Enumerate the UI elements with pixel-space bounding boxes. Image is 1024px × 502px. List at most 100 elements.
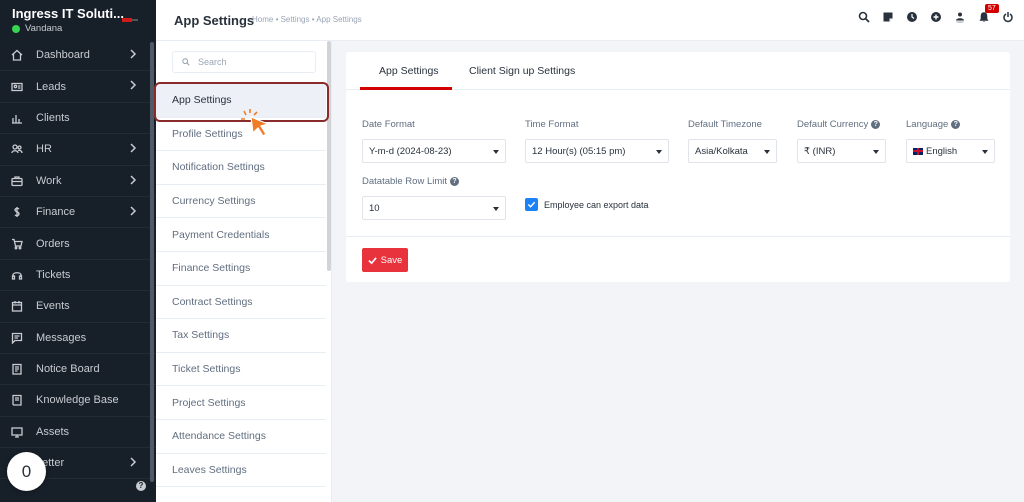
notification-count-badge: 57 — [985, 4, 999, 13]
leads-icon — [10, 80, 24, 94]
notice-icon — [10, 362, 24, 376]
hr-icon — [10, 142, 24, 156]
caret-down-icon — [493, 150, 499, 154]
calendar-icon — [10, 299, 24, 313]
settings-menu-list: App Settings Profile Settings Notificati… — [156, 84, 326, 488]
sidebar-item-leads[interactable]: Leads — [0, 71, 156, 103]
check-icon — [367, 256, 377, 264]
headset-icon — [10, 268, 24, 282]
sidebar-item-dashboard[interactable]: Dashboard — [0, 40, 156, 72]
messages-icon — [10, 331, 24, 345]
sidebar-item-label: Tickets — [36, 268, 71, 281]
home-icon — [10, 48, 24, 62]
settings-search-input[interactable]: Search — [172, 51, 316, 73]
timezone-label-text: Default Timezone — [688, 119, 762, 130]
settings-item-currency[interactable]: Currency Settings — [156, 185, 326, 219]
power-icon[interactable] — [1001, 10, 1014, 23]
timezone-value: Asia/Kolkata — [695, 145, 748, 157]
row-limit-select[interactable]: 10 — [362, 196, 506, 220]
active-tab-indicator — [360, 87, 452, 90]
clock-icon[interactable] — [905, 10, 918, 23]
save-button[interactable]: Save — [362, 248, 408, 272]
sidebar-item-label: Orders — [36, 237, 70, 250]
sidebar-item-label: Events — [36, 300, 70, 313]
clients-icon — [10, 111, 24, 125]
sidebar-item-hr[interactable]: HR — [0, 134, 156, 166]
currency-select[interactable]: ₹ (INR) — [797, 139, 886, 163]
finance-icon — [10, 205, 24, 219]
settings-item-notification[interactable]: Notification Settings — [156, 151, 326, 185]
help-icon[interactable]: ? — [951, 120, 961, 129]
search-icon[interactable] — [857, 10, 870, 23]
sidebar-item-notice-board[interactable]: Notice Board — [0, 354, 156, 386]
sidebar-item-knowledge-base[interactable]: Knowledge Base — [0, 385, 156, 417]
bell-icon[interactable]: 57 — [977, 4, 999, 23]
settings-tabs: App Settings Client Sign up Settings — [346, 52, 1010, 90]
help-icon[interactable]: ? — [871, 120, 881, 129]
timezone-select[interactable]: Asia/Kolkata — [688, 139, 777, 163]
settings-item-finance[interactable]: Finance Settings — [156, 252, 326, 286]
brand[interactable]: Ingress IT Soluti... Vandana — [0, 0, 156, 40]
sidebar-item-messages[interactable]: Messages — [0, 323, 156, 354]
sidebar-item-label: Clients — [36, 111, 70, 124]
settings-item-contract[interactable]: Contract Settings — [156, 286, 326, 320]
row-limit-label: Datatable Row Limit? — [362, 176, 460, 187]
settings-item-leaves[interactable]: Leaves Settings — [156, 454, 326, 488]
sidebar-item-work[interactable]: Work — [0, 166, 156, 197]
search-icon — [182, 58, 190, 66]
sidebar-item-events[interactable]: Events — [0, 291, 156, 323]
sidebar-item-finance[interactable]: Finance — [0, 197, 156, 229]
caret-down-icon — [982, 150, 988, 154]
row-limit-value: 10 — [369, 202, 380, 214]
user-switch-icon[interactable] — [953, 10, 966, 23]
date-format-label: Date Format — [362, 119, 415, 130]
brand-flag-icon — [122, 18, 138, 22]
help-icon[interactable]: ? — [136, 481, 146, 491]
settings-item-tax[interactable]: Tax Settings — [156, 319, 326, 353]
tab-app-settings[interactable]: App Settings — [379, 65, 439, 77]
save-button-label: Save — [380, 254, 403, 266]
export-data-label: Employee can export data — [544, 199, 649, 210]
date-format-select[interactable]: Y-m-d (2024-08-23) — [362, 139, 506, 163]
time-format-label: Time Format — [525, 119, 578, 130]
sidebar-item-orders[interactable]: Orders — [0, 228, 156, 260]
sidebar-item-assets[interactable]: Assets — [0, 417, 156, 449]
sidebar-item-label: Assets — [36, 425, 70, 438]
sidebar: Ingress IT Soluti... Vandana Dashboard L… — [0, 0, 156, 502]
overlay-counter-badge[interactable]: 0 — [7, 452, 46, 491]
settings-item-attendance[interactable]: Attendance Settings — [156, 420, 326, 454]
caret-down-icon — [493, 207, 499, 211]
time-format-label-text: Time Format — [525, 119, 579, 130]
row-limit-label-text: Datatable Row Limit — [362, 176, 448, 187]
time-format-select[interactable]: 12 Hour(s) (05:15 pm) — [525, 139, 669, 163]
language-select[interactable]: English — [906, 139, 995, 163]
add-circle-icon[interactable] — [929, 10, 942, 23]
sidebar-item-label: Messages — [36, 331, 87, 344]
chevron-right-icon — [128, 175, 140, 187]
tab-client-signup-settings[interactable]: Client Sign up Settings — [469, 65, 575, 77]
card-divider — [346, 236, 1010, 237]
settings-item-project[interactable]: Project Settings — [156, 386, 326, 420]
sidebar-item-label: Knowledge Base — [36, 394, 119, 407]
export-data-checkbox-row[interactable]: Employee can export data — [525, 198, 649, 211]
sidebar-item-clients[interactable]: Clients — [0, 103, 156, 135]
date-format-label-text: Date Format — [362, 119, 415, 130]
sidebar-item-tickets[interactable]: Tickets — [0, 260, 156, 292]
user-name: Vandana — [25, 23, 63, 34]
search-placeholder: Search — [198, 57, 227, 67]
caret-down-icon — [873, 150, 879, 154]
sidebar-item-label: Finance — [36, 206, 76, 219]
help-icon[interactable]: ? — [450, 177, 460, 186]
settings-item-ticket[interactable]: Ticket Settings — [156, 353, 326, 387]
breadcrumb[interactable]: Home • Settings • App Settings — [252, 15, 362, 24]
sidebar-item-label: Notice Board — [36, 363, 100, 376]
currency-label: Default Currency? — [797, 119, 881, 130]
export-data-checkbox[interactable] — [525, 198, 538, 211]
settings-item-payment-credentials[interactable]: Payment Credentials — [156, 218, 326, 252]
page-title: App Settings — [174, 13, 255, 28]
monitor-icon — [10, 425, 24, 439]
pointer-cursor-icon — [241, 109, 270, 137]
settings-menu-scrollbar[interactable] — [327, 41, 331, 271]
language-label: Language? — [906, 119, 961, 130]
sticky-note-icon[interactable] — [881, 10, 894, 23]
